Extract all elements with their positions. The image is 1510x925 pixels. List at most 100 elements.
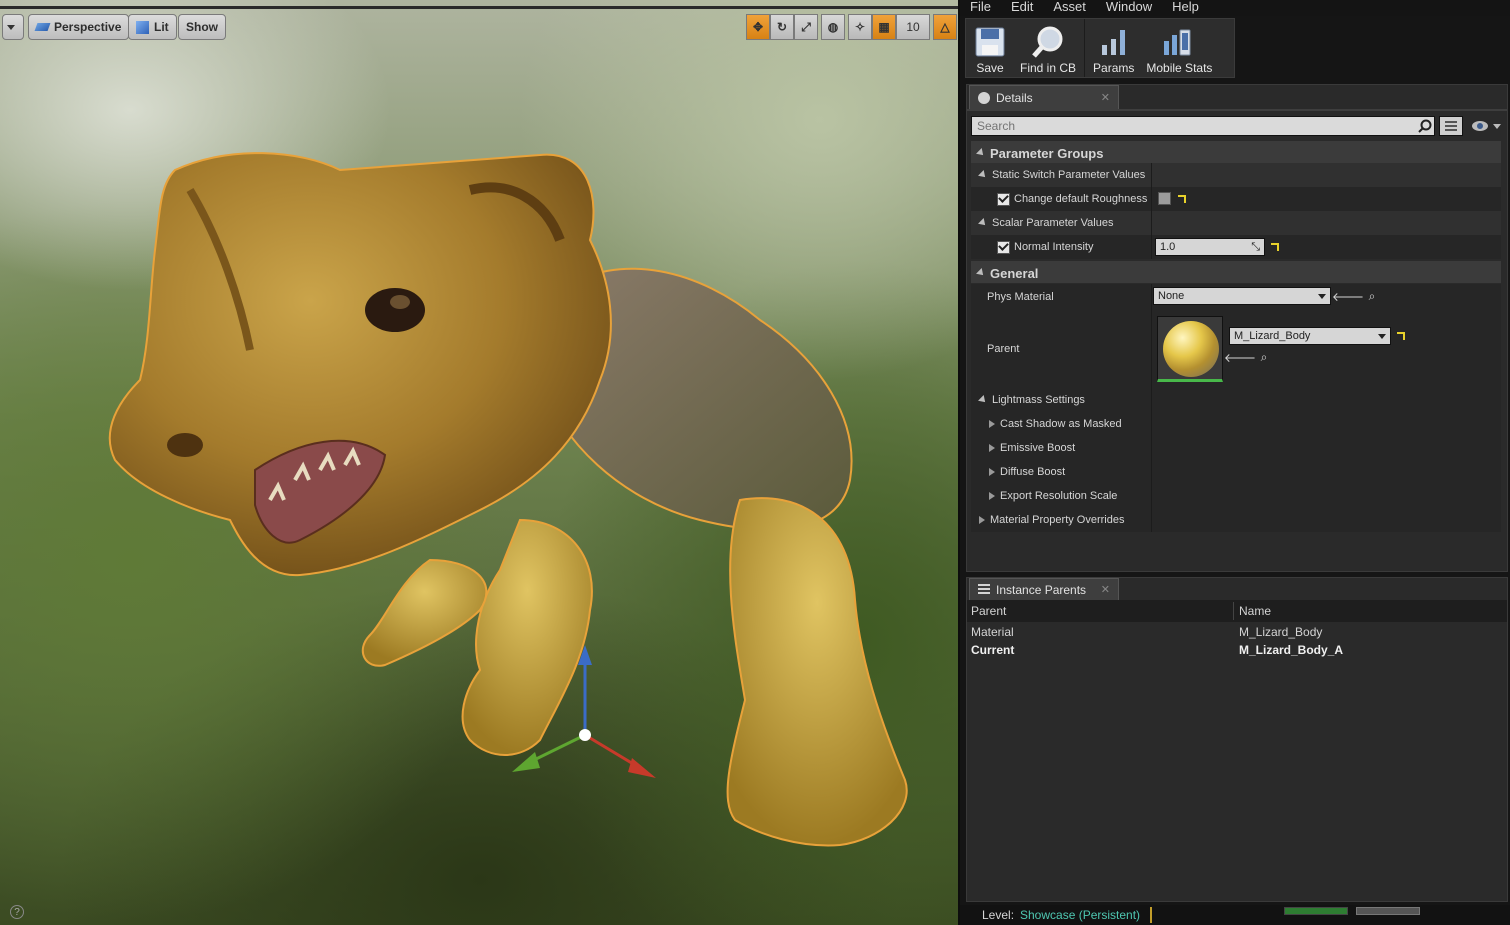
parent-value: M_Lizard_Body — [1234, 330, 1311, 342]
details-tab-label: Details — [996, 90, 1033, 105]
instance-parents-panel: Instance Parents ✕ Parent Name Material … — [966, 577, 1508, 902]
tab-details[interactable]: Details ✕ — [969, 85, 1119, 109]
menu-help[interactable]: Help — [1162, 0, 1209, 16]
expand-triangle-icon — [979, 516, 985, 524]
scale-tool-button[interactable]: ⤢ — [794, 14, 818, 40]
group-lightmass-settings[interactable]: Lightmass Settings — [971, 388, 1501, 412]
table-row[interactable]: Current M_Lizard_Body_A — [967, 641, 1507, 659]
reset-to-default-icon[interactable] — [1178, 195, 1186, 203]
status-button[interactable] — [1356, 907, 1420, 915]
perspective-button[interactable]: Perspective — [28, 14, 130, 40]
menu-window[interactable]: Window — [1096, 0, 1162, 16]
use-selected-arrow-icon[interactable]: 🡐 — [1332, 289, 1364, 304]
search-input[interactable] — [972, 117, 1416, 135]
tab-instance-parents[interactable]: Instance Parents ✕ — [969, 578, 1119, 600]
surface-snap-button[interactable]: ✧ — [848, 14, 872, 40]
rotation-snap-button[interactable]: △ — [933, 14, 957, 40]
row-emissive-boost[interactable]: Emissive Boost — [971, 436, 1501, 460]
editor-panel: File Edit Asset Window Help Save Find in… — [958, 0, 1510, 925]
list-icon — [1445, 120, 1457, 132]
grid-snap-button[interactable]: ▦ — [872, 14, 896, 40]
phys-material-dropdown[interactable]: None — [1153, 287, 1331, 305]
rotate-tool-button[interactable]: ↻ — [770, 14, 794, 40]
menu-asset[interactable]: Asset — [1043, 0, 1096, 16]
world-local-button[interactable]: ◍ — [821, 14, 845, 40]
save-button[interactable]: Save — [966, 19, 1014, 77]
reset-to-default-icon[interactable] — [1271, 243, 1279, 251]
lightmass-settings-label: Lightmass Settings — [992, 394, 1085, 406]
general-label: General — [990, 265, 1039, 281]
find-in-cb-button[interactable]: Find in CB — [1014, 19, 1082, 77]
perspective-label: Perspective — [54, 20, 122, 34]
browse-search-icon[interactable]: ⌕ — [1257, 350, 1271, 364]
parent-dropdown[interactable]: M_Lizard_Body — [1229, 327, 1391, 345]
row-cast-shadow-as-masked[interactable]: Cast Shadow as Masked — [971, 412, 1501, 436]
help-icon[interactable]: ? — [10, 905, 24, 919]
expand-triangle-icon — [989, 420, 995, 428]
browse-search-icon[interactable]: ⌕ — [1365, 289, 1379, 303]
menu-edit[interactable]: Edit — [1001, 0, 1043, 16]
find-in-cb-label: Find in CB — [1020, 61, 1077, 75]
use-selected-arrow-icon[interactable]: 🡐 — [1224, 350, 1256, 365]
magnifier-icon — [1030, 23, 1066, 61]
grid-snap-label: 10 — [906, 20, 920, 34]
transform-gizmo[interactable] — [0, 0, 958, 925]
normal-intensity-value: 1.0 — [1160, 241, 1176, 253]
menu-file[interactable]: File — [960, 0, 1001, 16]
row-export-resolution-scale[interactable]: Export Resolution Scale — [971, 484, 1501, 508]
mobile-stats-button[interactable]: Mobile Stats — [1140, 19, 1218, 77]
save-icon — [972, 23, 1008, 61]
params-button[interactable]: Params — [1087, 19, 1140, 77]
collapse-triangle-icon — [978, 170, 988, 180]
roughness-value-checkbox[interactable] — [1158, 192, 1171, 205]
view-options-eye-icon[interactable] — [1471, 118, 1505, 134]
grid-snap-value[interactable]: 10 — [896, 14, 930, 40]
viewport-options-button[interactable] — [2, 14, 24, 40]
status-divider — [1150, 907, 1152, 923]
group-scalar-parameters[interactable]: Scalar Parameter Values — [971, 211, 1501, 235]
rotate-icon: ↻ — [776, 20, 788, 34]
row-diffuse-boost[interactable]: Diffuse Boost — [971, 460, 1501, 484]
row-parent: Parent M_Lizard_Body 🡐 ⌕ — [971, 310, 1501, 388]
close-icon[interactable]: ✕ — [1101, 91, 1110, 104]
level-value[interactable]: Showcase (Persistent) — [1020, 908, 1140, 922]
collapse-triangle-icon — [976, 268, 986, 278]
export-resolution-label: Export Resolution Scale — [1000, 490, 1118, 502]
details-icon — [978, 91, 990, 104]
category-parameter-groups[interactable]: Parameter Groups — [971, 141, 1501, 163]
show-button[interactable]: Show — [178, 14, 226, 40]
toolbar-separator — [1084, 19, 1086, 77]
chevron-down-icon — [1318, 294, 1326, 299]
menu-bar: File Edit Asset Window Help — [960, 0, 1510, 16]
category-general[interactable]: General — [971, 261, 1501, 283]
group-static-switch[interactable]: Static Switch Parameter Values — [971, 163, 1501, 187]
params-icon — [1096, 23, 1132, 61]
row-material-property-overrides[interactable]: Material Property Overrides — [971, 508, 1501, 532]
static-switch-label: Static Switch Parameter Values — [992, 169, 1146, 181]
override-roughness-checkbox[interactable] — [997, 192, 1010, 206]
close-icon[interactable]: ✕ — [1101, 583, 1110, 596]
row-change-default-roughness: Change default Roughness — [971, 187, 1501, 211]
normal-intensity-input[interactable]: 1.0 ⤡ — [1155, 238, 1265, 256]
instance-parents-tab-label: Instance Parents — [996, 582, 1087, 597]
material-overrides-label: Material Property Overrides — [990, 514, 1125, 526]
reset-to-default-icon[interactable] — [1397, 332, 1405, 340]
translate-icon: ✥ — [752, 20, 764, 34]
search-icon[interactable] — [1416, 117, 1434, 135]
translate-tool-button[interactable]: ✥ — [746, 14, 770, 40]
table-row[interactable]: Material M_Lizard_Body — [967, 623, 1507, 641]
mobile-stats-label: Mobile Stats — [1146, 61, 1213, 75]
override-normal-intensity-checkbox[interactable] — [997, 240, 1010, 254]
row-name-cell: M_Lizard_Body — [1239, 625, 1323, 639]
parent-label: Parent — [987, 343, 1020, 355]
expand-triangle-icon — [989, 444, 995, 452]
viewport[interactable]: Perspective Lit Show ✥ ↻ ⤢ ◍ ✧ ▦ 10 △ ? — [0, 0, 958, 925]
details-panel: Details ✕ Parameter Groups Static Switch… — [966, 84, 1508, 572]
property-matrix-button[interactable] — [1439, 116, 1463, 136]
collapse-triangle-icon — [976, 148, 986, 158]
chevron-down-icon — [7, 24, 15, 30]
parent-thumbnail[interactable] — [1157, 316, 1223, 382]
lit-button[interactable]: Lit — [128, 14, 177, 40]
column-parent[interactable]: Parent — [971, 604, 1006, 618]
column-name[interactable]: Name — [1239, 604, 1271, 618]
